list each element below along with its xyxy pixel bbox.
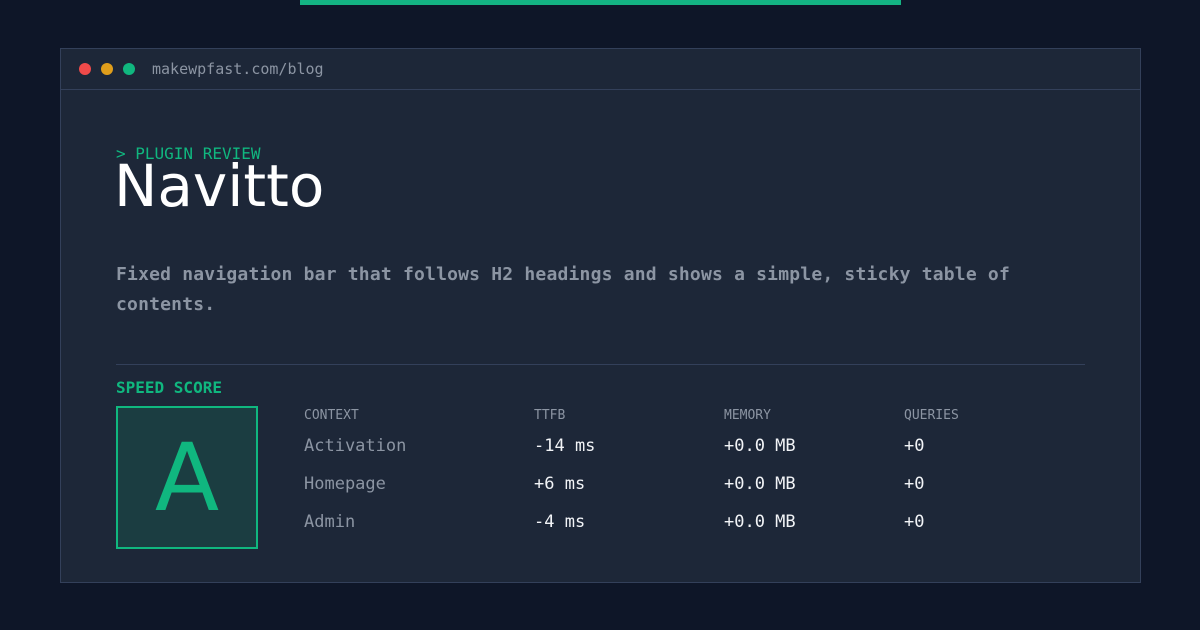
speed-score-grade: A <box>154 424 220 533</box>
page-title: Navitto <box>114 152 325 220</box>
row-context: Homepage <box>304 474 386 494</box>
minimize-dot-icon[interactable] <box>101 63 113 75</box>
speed-score-label: SPEED SCORE <box>116 378 222 397</box>
row-context: Activation <box>304 436 407 456</box>
close-dot-icon[interactable] <box>79 63 91 75</box>
speed-score-badge: A <box>116 406 258 549</box>
header-memory: MEMORY <box>724 408 771 423</box>
address-url: makewpfast.com/blog <box>152 60 324 78</box>
row-queries: +0 <box>904 436 925 456</box>
metrics-table: CONTEXT TTFB MEMORY QUERIES Activation -… <box>304 406 1084 548</box>
maximize-dot-icon[interactable] <box>123 63 135 75</box>
header-queries: QUERIES <box>904 408 959 423</box>
window-titlebar: makewpfast.com/blog <box>61 49 1140 90</box>
row-queries: +0 <box>904 474 925 494</box>
row-queries: +0 <box>904 512 925 532</box>
header-ttfb: TTFB <box>534 408 566 423</box>
header-context: CONTEXT <box>304 408 359 423</box>
plugin-description: Fixed navigation bar that follows H2 hea… <box>116 264 1010 315</box>
row-ttfb: +6 ms <box>534 474 586 494</box>
top-accent-bar <box>300 0 901 5</box>
table-row: Activation -14 ms +0.0 MB +0 <box>304 434 1084 472</box>
metrics-header-row: CONTEXT TTFB MEMORY QUERIES <box>304 406 1084 434</box>
row-context: Admin <box>304 512 356 532</box>
row-memory: +0.0 MB <box>724 436 796 456</box>
row-ttfb: -14 ms <box>534 436 596 456</box>
table-row: Homepage +6 ms +0.0 MB +0 <box>304 472 1084 510</box>
row-ttfb: -4 ms <box>534 512 586 532</box>
table-row: Admin -4 ms +0.0 MB +0 <box>304 510 1084 548</box>
row-memory: +0.0 MB <box>724 512 796 532</box>
row-memory: +0.0 MB <box>724 474 796 494</box>
browser-window: makewpfast.com/blog > PLUGIN REVIEW Navi… <box>60 48 1141 583</box>
section-divider <box>116 364 1085 365</box>
